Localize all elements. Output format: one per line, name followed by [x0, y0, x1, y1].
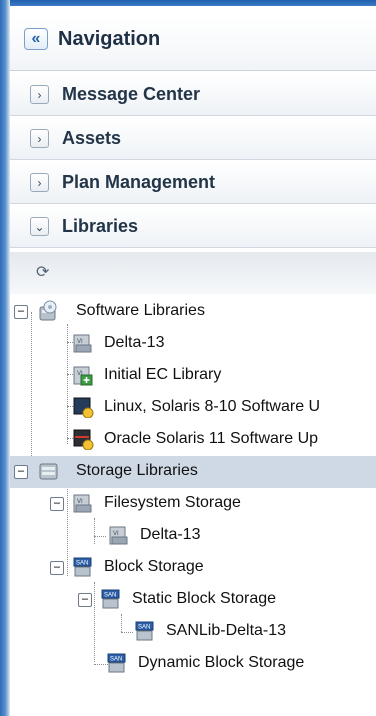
navigation-header: « Navigation: [10, 18, 376, 71]
accordion-label: Message Center: [62, 84, 201, 104]
san-storage-icon: SAN: [135, 621, 154, 641]
accordion-message-center[interactable]: › Message Center: [10, 74, 376, 116]
virtual-image-library-icon: VI: [73, 334, 92, 353]
tree-node-filesystem-storage[interactable]: − VI Filesystem Storage: [10, 488, 376, 520]
filesystem-storage-icon: VI: [73, 494, 92, 513]
tree-node-sanlib-delta-13[interactable]: SAN SANLib-Delta-13: [10, 616, 376, 648]
tree-node-software-libraries[interactable]: − Software Libraries: [10, 296, 376, 328]
tree-node-initial-ec-library[interactable]: VI Initial EC Library: [10, 360, 376, 392]
svg-text:VI: VI: [113, 531, 119, 537]
software-update-icon: [73, 429, 94, 450]
window-left-border: [0, 0, 10, 716]
node-label: Delta-13: [104, 334, 165, 351]
tree-node-dynamic-block-storage[interactable]: SAN Dynamic Block Storage: [10, 648, 376, 680]
software-update-icon: [73, 397, 94, 418]
chevron-down-icon[interactable]: ⌄: [30, 217, 49, 236]
san-storage-icon: SAN: [73, 557, 92, 577]
chevron-right-icon[interactable]: ›: [30, 173, 49, 192]
chevron-right-icon[interactable]: ›: [30, 85, 49, 104]
tree-node-oracle-solaris-11[interactable]: Oracle Solaris 11 Software Up: [10, 424, 376, 456]
svg-text:SAN: SAN: [104, 593, 116, 599]
node-label: Storage Libraries: [76, 462, 198, 479]
libraries-tree: − Software Libraries VI Delta-13 VI Init…: [10, 294, 376, 716]
node-label: Dynamic Block Storage: [138, 654, 305, 671]
node-label: Software Libraries: [76, 302, 205, 319]
storage-library-icon: [39, 463, 58, 480]
accordion-label: Assets: [62, 128, 122, 148]
tree-node-storage-libraries[interactable]: − Storage Libraries: [10, 456, 376, 488]
tree-node-delta-13-storage[interactable]: VI Delta-13: [10, 520, 376, 552]
san-storage-icon: SAN: [101, 589, 120, 609]
double-chevron-left-icon[interactable]: «: [24, 28, 48, 50]
node-label: Oracle Solaris 11 Software Up: [104, 430, 319, 447]
node-label: Filesystem Storage: [104, 494, 241, 511]
libraries-toolbar: ⟳: [10, 252, 376, 294]
accordion-label: Libraries: [62, 216, 139, 236]
tree-node-block-storage[interactable]: − SAN Block Storage: [10, 552, 376, 584]
svg-text:SAN: SAN: [76, 561, 88, 567]
software-library-icon: [39, 300, 57, 321]
collapse-node-icon[interactable]: −: [14, 305, 28, 319]
svg-text:SAN: SAN: [110, 657, 122, 663]
node-label: Linux, Solaris 8-10 Software U: [104, 398, 321, 415]
node-label: Initial EC Library: [104, 366, 222, 383]
tree-node-delta-13[interactable]: VI Delta-13: [10, 328, 376, 360]
accordion-libraries[interactable]: ⌄ Libraries: [10, 206, 376, 248]
node-label: Delta-13: [140, 526, 201, 543]
accordion-assets[interactable]: › Assets: [10, 118, 376, 160]
node-label: Static Block Storage: [132, 590, 277, 607]
collapse-node-icon[interactable]: −: [78, 593, 92, 607]
collapse-node-icon[interactable]: −: [14, 465, 28, 479]
navigation-title: Navigation: [58, 28, 161, 50]
san-storage-icon: SAN: [107, 653, 126, 673]
accordion-label: Plan Management: [62, 172, 216, 192]
chevron-right-icon[interactable]: ›: [30, 129, 49, 148]
virtual-image-library-icon: VI: [109, 526, 128, 545]
tree-node-static-block-storage[interactable]: − SAN Static Block Storage: [10, 584, 376, 616]
svg-text:VI: VI: [77, 499, 83, 505]
refresh-icon[interactable]: ⟳: [36, 262, 49, 282]
svg-text:SAN: SAN: [138, 625, 150, 631]
library-add-icon: VI: [73, 366, 93, 386]
collapse-node-icon[interactable]: −: [50, 497, 64, 511]
accordion-plan-management[interactable]: › Plan Management: [10, 162, 376, 204]
node-label: Block Storage: [104, 558, 204, 575]
node-label: SANLib-Delta-13: [166, 622, 287, 639]
tree-node-linux-solaris[interactable]: Linux, Solaris 8-10 Software U: [10, 392, 376, 424]
svg-text:VI: VI: [77, 339, 83, 345]
collapse-node-icon[interactable]: −: [50, 561, 64, 575]
